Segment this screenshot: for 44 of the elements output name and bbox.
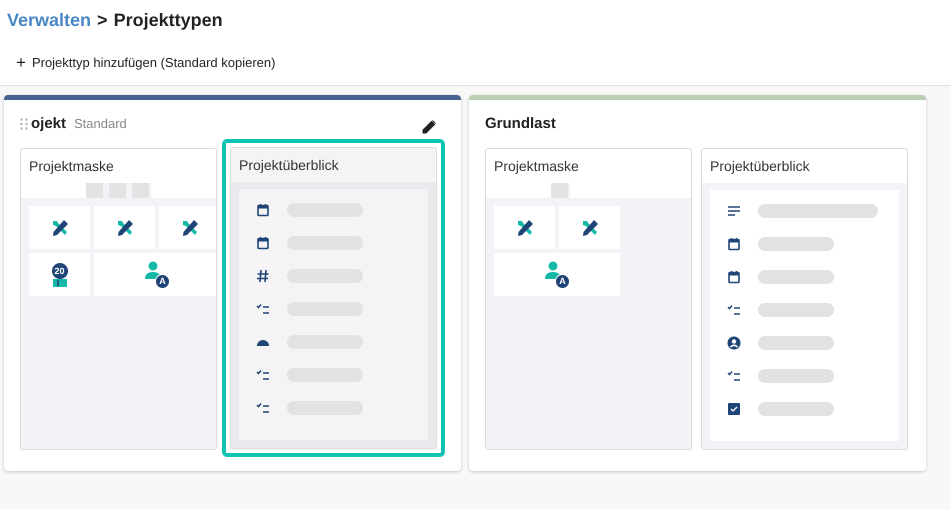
checklist-icon [727,303,741,317]
page-title: Projekttypen [114,8,223,32]
calendar-icon [256,236,270,250]
edit-icon[interactable] [421,119,437,135]
calendar-icon [256,203,270,217]
calendar-icon [727,270,741,284]
hash-icon [256,269,270,283]
person-circle-icon [727,336,741,350]
checklist-icon [256,368,270,382]
project-type-card[interactable]: ojekt Standard Projektmaske 20 A Projektüberblick [4,95,461,471]
mask-tile[interactable] [29,206,90,249]
panel-title: Projektüberblick [239,156,339,175]
project-type-card[interactable]: Grundlast Projektmaske A Projektüberblick [469,95,926,471]
tab-placeholder [109,183,126,198]
tab-placeholder [86,183,103,198]
mask-panel[interactable]: Projektmaske 20 A [20,148,217,450]
mask-tile[interactable] [94,206,155,249]
card-title: ojekt [31,114,66,134]
standard-label: Standard [74,115,127,134]
mask-tile[interactable] [559,206,620,249]
panel-title: Projektmaske [494,156,579,176]
drag-handle-icon[interactable] [20,118,28,130]
mask-panel[interactable]: Projektmaske A [485,148,692,450]
tab-placeholder [551,183,568,198]
checklist-icon [256,302,270,316]
mask-tile[interactable]: A [94,253,216,296]
checkbox-icon [727,402,741,416]
calendar-icon [727,237,741,251]
breadcrumb-link[interactable]: Verwalten [7,6,92,34]
tab-placeholder [132,183,149,198]
mask-tile[interactable] [159,206,216,249]
mask-tile[interactable]: 20 [29,253,90,296]
mask-tile[interactable]: A [494,253,620,296]
breadcrumb-separator: > [97,8,108,32]
panel-title: Projektüberblick [710,156,810,176]
card-title: Grundlast [485,114,556,134]
panel-title: Projektmaske [29,156,114,176]
checklist-icon [256,401,270,415]
text-lines-icon [727,204,741,218]
overview-panel[interactable]: Projektüberblick [701,148,908,450]
add-project-type-button[interactable]: + Projekttyp hinzufügen (Standard kopieren) [16,52,276,72]
mask-tile[interactable] [494,206,555,249]
overview-panel[interactable]: Projektüberblick [230,147,437,449]
checklist-icon [727,369,741,383]
